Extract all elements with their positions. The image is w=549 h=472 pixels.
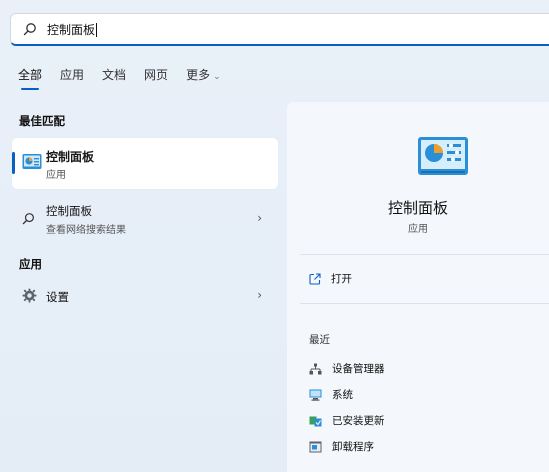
recent-item-label: 设备管理器 [332, 363, 385, 375]
detail-app-type: 应用 [408, 224, 428, 235]
recent-item-installed-updates[interactable]: 已安装更新 [309, 413, 385, 428]
chevron-right-icon: › [257, 288, 262, 302]
web-result-subtitle: 查看网络搜索结果 [46, 225, 126, 236]
best-match-header: 最佳匹配 [19, 114, 65, 128]
recent-item-label: 系统 [332, 389, 353, 401]
search-icon [22, 213, 34, 225]
system-icon [309, 389, 322, 401]
app-label-settings: 设置 [46, 290, 69, 304]
best-match-subtitle: 应用 [46, 170, 66, 181]
search-bar[interactable]: 控制面板 [10, 13, 549, 46]
open-action[interactable]: 打开 [309, 271, 352, 286]
best-match-title: 控制面板 [46, 150, 95, 164]
recent-item-label: 卸载程序 [332, 441, 374, 453]
device-manager-icon [309, 363, 322, 374]
control-panel-icon [22, 154, 42, 169]
best-match-result[interactable]: 控制面板 应用 [12, 138, 278, 189]
app-result-settings[interactable]: 设置 › [12, 278, 278, 314]
tab-all[interactable]: 全部 [18, 66, 42, 90]
gear-icon [22, 288, 37, 303]
search-input[interactable]: 控制面板 [47, 21, 98, 38]
web-result-title: 控制面板 [46, 204, 92, 218]
open-external-icon [309, 272, 321, 285]
detail-app-name: 控制面板 [387, 199, 448, 217]
recent-item-device-manager[interactable]: 设备管理器 [309, 361, 385, 376]
web-search-result[interactable]: 控制面板 查看网络搜索结果 › [12, 200, 278, 236]
recent-item-label: 已安装更新 [332, 415, 385, 427]
detail-pane: 控制面板 应用 打开 最近 设备管理器 系统 已安装更新 卸载程序 [287, 102, 549, 472]
divider [300, 254, 549, 255]
open-label: 打开 [331, 273, 352, 285]
divider [300, 303, 549, 304]
tab-more[interactable]: 更多 ⌄ [186, 66, 221, 83]
installed-updates-icon [309, 416, 322, 426]
recent-item-system[interactable]: 系统 [309, 387, 353, 402]
tab-apps[interactable]: 应用 [60, 66, 84, 83]
chevron-right-icon: › [257, 211, 262, 225]
tab-web[interactable]: 网页 [144, 66, 168, 83]
chevron-down-icon: ⌄ [213, 72, 221, 82]
control-panel-icon [418, 137, 468, 175]
search-icon [23, 23, 36, 36]
recent-item-uninstall-program[interactable]: 卸载程序 [309, 439, 374, 454]
selection-indicator [12, 152, 15, 174]
filter-tabs: 全部 应用 文档 网页 更多 ⌄ [18, 66, 239, 90]
recent-header: 最近 [309, 334, 330, 346]
tab-documents[interactable]: 文档 [102, 66, 126, 83]
apps-header: 应用 [19, 257, 42, 271]
uninstall-program-icon [309, 441, 322, 452]
